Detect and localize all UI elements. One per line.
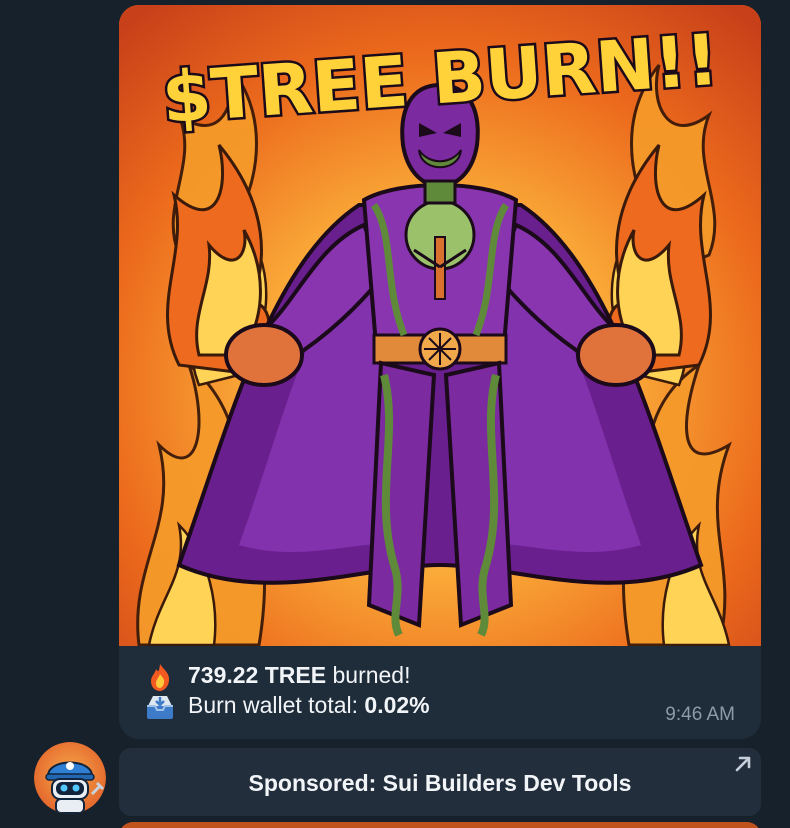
next-message-edge xyxy=(119,822,761,828)
arrow-up-right-icon[interactable] xyxy=(733,754,753,774)
robot-avatar-icon[interactable] xyxy=(34,742,106,814)
fire-icon xyxy=(144,662,176,691)
wallet-value: 0.02% xyxy=(364,692,430,718)
wallet-label: Burn wallet total: xyxy=(188,692,359,718)
sponsored-label: Sponsored: Sui Builders Dev Tools xyxy=(248,770,632,796)
chat-view: $TREE BURN!! 739.22 TREE burned! Burn wa… xyxy=(0,0,790,828)
message-bubble[interactable]: $TREE BURN!! 739.22 TREE burned! Burn wa… xyxy=(119,5,761,739)
caption-line-burned: 739.22 TREE burned! xyxy=(144,660,744,691)
inbox-tray-icon xyxy=(144,692,176,719)
burn-amount: 739.22 TREE xyxy=(188,662,327,688)
message-time: 9:46 AM xyxy=(665,704,735,725)
caption-line-wallet: Burn wallet total: 0.02% xyxy=(144,690,744,720)
burn-suffix: burned! xyxy=(332,662,411,688)
message-image[interactable]: $TREE BURN!! xyxy=(119,5,761,646)
message-caption: 739.22 TREE burned! Burn wallet total: 0… xyxy=(144,660,744,720)
sponsored-message[interactable]: Sponsored: Sui Builders Dev Tools xyxy=(119,748,761,816)
